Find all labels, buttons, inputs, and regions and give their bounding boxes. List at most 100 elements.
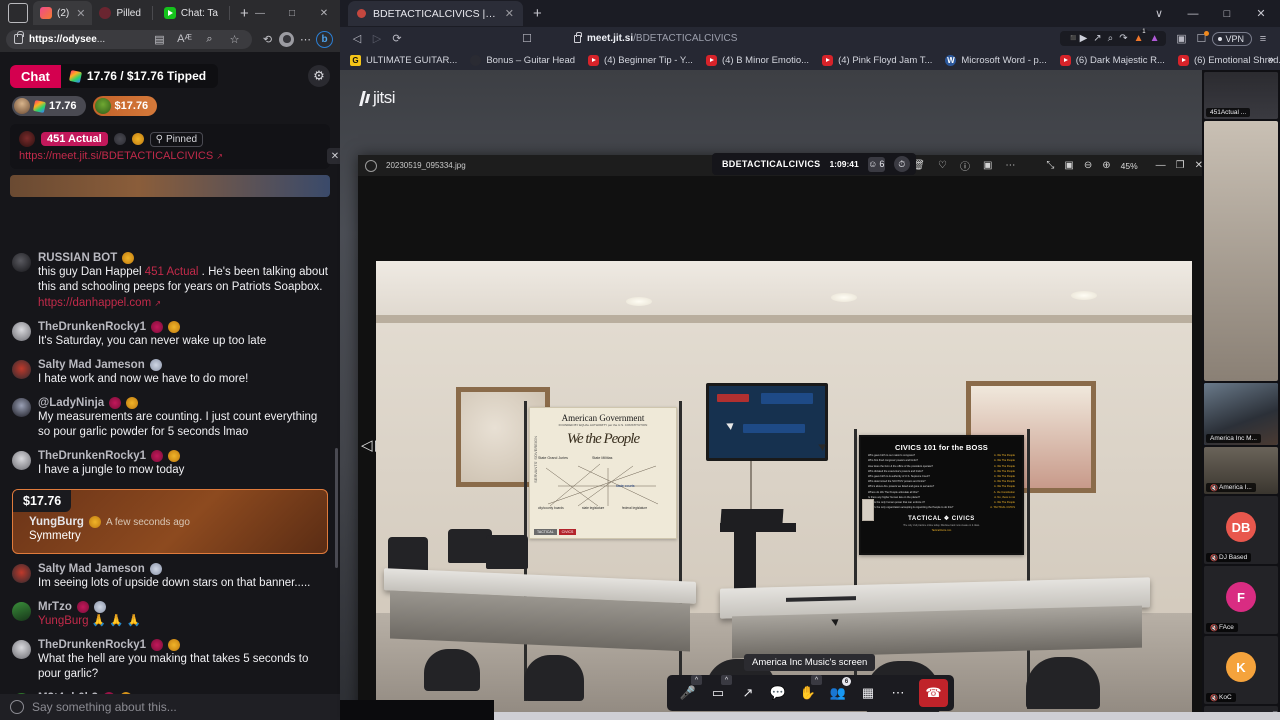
tab-jitsi[interactable]: BDETACTICALCIVICS | Jitsi Me ✕ [348, 1, 523, 26]
chat-link[interactable]: https://danhappel.com ↗ [38, 296, 328, 311]
triangle-extension-icon[interactable]: ▲ [1150, 33, 1160, 44]
zoom-icon[interactable]: ⌕ [200, 30, 219, 49]
camera-button[interactable]: ▭ ^ [703, 675, 733, 707]
bookmark-b-minor[interactable]: (4) B Minor Emotio... [705, 54, 809, 66]
maximize-button[interactable]: □ [276, 0, 308, 26]
tab-search-button[interactable]: ∨ [1142, 0, 1176, 27]
close-button[interactable]: ✕ [308, 0, 340, 26]
more-icon[interactable]: ⋯ [1005, 160, 1015, 171]
record-video-icon[interactable]: ◾▶ [1067, 33, 1087, 44]
chat-username[interactable]: @LadyNinja [38, 397, 104, 409]
tab-actions-icon[interactable] [8, 3, 28, 23]
address-bar[interactable]: https://odysee... ▤ Aᴭ ⌕ ☆ [6, 29, 252, 49]
close-icon[interactable]: ✕ [76, 7, 85, 20]
chat-username[interactable]: TheDrunkenRocky1 [38, 450, 146, 462]
read-aloud-icon[interactable]: Aᴭ [175, 30, 194, 49]
restore-button[interactable]: ❐ [1176, 160, 1185, 171]
vpn-badge[interactable]: VPN [1212, 31, 1252, 46]
chat-button[interactable]: 💬 [763, 679, 793, 707]
close-icon[interactable]: ✕ [505, 7, 514, 20]
chat-tab[interactable]: Chat [10, 64, 61, 88]
chat-input[interactable]: Say something about this... [32, 700, 177, 714]
participants-count-button[interactable]: ☺ 6 [867, 156, 885, 172]
previous-photo-button[interactable]: ◁ [361, 436, 373, 454]
chat-scrollbar[interactable] [335, 448, 338, 569]
history-icon[interactable]: ⟲ [258, 30, 277, 49]
back-button[interactable]: ◁ [348, 30, 366, 48]
chevron-up-icon[interactable]: ^ [721, 675, 732, 685]
pinned-close-button[interactable]: ✕ [327, 148, 340, 164]
participant-america-inc-music[interactable]: America Inc M... [1204, 383, 1278, 445]
participants-button[interactable]: 👥 6 [823, 677, 853, 707]
microphone-button[interactable]: 🎤 ^ [673, 675, 703, 707]
slideshow-icon[interactable]: ▣ [983, 160, 992, 171]
chevron-up-icon[interactable]: ^ [691, 675, 702, 685]
split-screen-icon[interactable]: ▤ [150, 30, 169, 49]
chat-username[interactable]: RUSSIAN BOT [38, 252, 117, 264]
tab-chat[interactable]: Chat: Ta [157, 1, 225, 25]
bookmark-button[interactable]: ☐ [518, 30, 536, 48]
chat-username[interactable]: MrTzo [38, 601, 72, 613]
participant-face[interactable]: F 🔇 FAce [1204, 566, 1278, 634]
extensions-icon[interactable]: ☐ [1192, 30, 1210, 48]
pinned-url[interactable]: https://meet.jit.si/BDETACTICALCIVICS ↗ [19, 150, 321, 162]
chat-mention[interactable]: 451 Actual [145, 266, 199, 278]
new-tab-button[interactable]: + [533, 5, 542, 22]
bookmark-emotional-shred[interactable]: (6) Emotional Shred... [1177, 54, 1280, 66]
photos-app-icon[interactable] [365, 159, 377, 172]
forward-button[interactable]: ▷ [368, 30, 386, 48]
zoom-in-icon[interactable]: ⊕ [1102, 160, 1110, 171]
badge-usd[interactable]: $17.76 [92, 96, 158, 116]
bookmark-dark-majestic[interactable]: (6) Dark Majestic R... [1059, 54, 1165, 66]
address-bar[interactable]: meet.jit.si/BDETACTICALCIVICS [566, 30, 1058, 47]
reload-button[interactable]: ⟳ [388, 30, 406, 48]
search-icon[interactable]: ⌕ [1108, 33, 1114, 44]
bookmark-pink-floyd[interactable]: (4) Pink Floyd Jam T... [822, 54, 932, 66]
more-options-button[interactable]: ⋯ [883, 679, 913, 707]
tile-view-button[interactable]: ▦ [853, 679, 883, 707]
actual-size-icon[interactable]: ▣ [1064, 160, 1073, 171]
bookmark-beginner-tip[interactable]: (4) Beginner Tip - Y... [588, 54, 693, 66]
chat-username[interactable]: TheDrunkenRocky1 [38, 321, 146, 333]
participant-filmstrip[interactable]: 451Actual ... America Inc M... 🔇 America … [1202, 70, 1280, 720]
participant-dj-based[interactable]: DB 🔇 DJ Based [1204, 496, 1278, 564]
chat-mention[interactable]: YungBurg [38, 615, 89, 627]
stream-thumbnail[interactable] [10, 175, 330, 197]
participant-america-inc[interactable]: 🔇 America I... [1204, 447, 1278, 494]
bookmarks-overflow-button[interactable]: » [1268, 54, 1274, 66]
popout-icon[interactable]: ↗ [1093, 33, 1101, 44]
participant-451actual[interactable]: 451Actual ... [1204, 72, 1278, 119]
gear-icon[interactable]: ⚙ [308, 65, 330, 87]
chat-username[interactable]: Salty Mad Jameson [38, 359, 145, 371]
minimize-button[interactable]: — [1156, 160, 1166, 171]
bookmark-ultimate-guitar[interactable]: G ULTIMATE GUITAR... [350, 54, 457, 66]
sidebar-icon[interactable]: ▣ [1172, 30, 1190, 48]
chat-username[interactable]: TheDrunkenRocky1 [38, 639, 146, 651]
maximize-button[interactable]: □ [1210, 0, 1244, 27]
fit-to-window-icon[interactable]: ⤡ [1046, 160, 1054, 171]
bing-copilot-icon[interactable]: b [315, 30, 334, 49]
zoom-out-icon[interactable]: ⊖ [1084, 160, 1092, 171]
favorites-icon[interactable]: ☆ [225, 30, 244, 49]
chat-username[interactable]: Salty Mad Jameson [38, 563, 145, 575]
menu-icon[interactable]: ≡ [1254, 30, 1272, 48]
bookmark-word[interactable]: W Microsoft Word - p... [945, 54, 1047, 66]
profile-icon[interactable] [277, 30, 296, 49]
favorite-icon[interactable]: ♡ [938, 160, 947, 171]
pinned-username[interactable]: 451 Actual [41, 132, 108, 146]
info-icon[interactable]: ⓘ [960, 158, 970, 173]
chevron-up-icon[interactable]: ^ [811, 675, 822, 685]
hangup-button[interactable]: ☎ [919, 679, 948, 707]
close-button[interactable]: ✕ [1244, 0, 1278, 27]
tab-odysee[interactable]: (2) ✕ [33, 1, 93, 25]
minimize-button[interactable]: — [1176, 0, 1210, 27]
badge-lbc[interactable]: 17.76 [12, 96, 86, 116]
bookmark-guitar-head[interactable]: Bonus – Guitar Head [470, 54, 575, 66]
raise-hand-button[interactable]: ✋ ^ [793, 675, 823, 707]
emoji-icon[interactable] [10, 700, 24, 714]
participant-koc[interactable]: K 🔇 KoC [1204, 636, 1278, 704]
chat-input-row[interactable]: Say something about this... [0, 694, 340, 720]
shared-screen-photo-viewer[interactable]: 20230519_095334.jpg ✎ ↻ 🗑 ♡ ⓘ ▣ ⋯ ⤡ ▣ ⊖ [358, 155, 1210, 720]
screen-share-button[interactable]: ↗ [733, 679, 763, 707]
share-icon[interactable]: ↷ [1119, 33, 1127, 44]
